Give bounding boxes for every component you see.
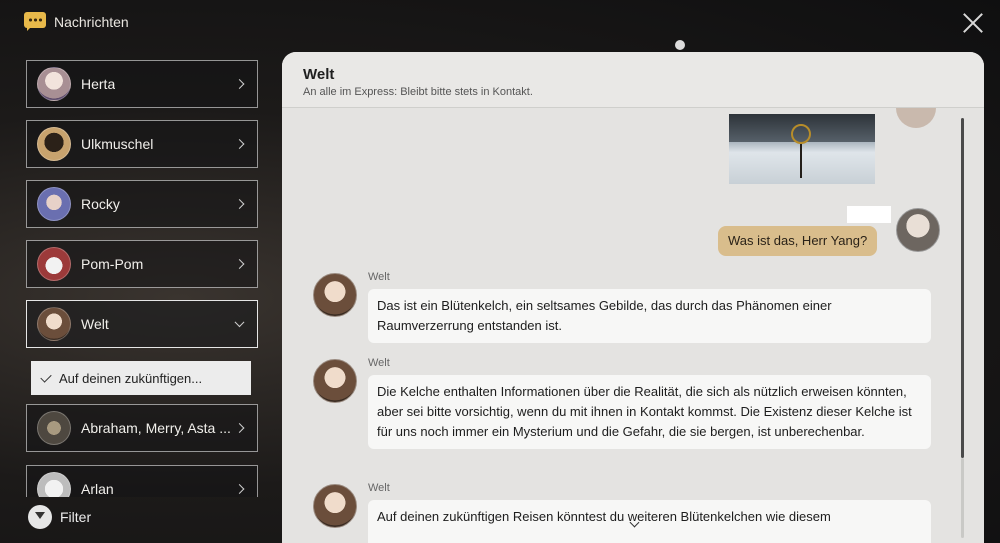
chat-title: Welt — [303, 66, 335, 83]
header: Nachrichten — [24, 12, 129, 32]
contact-list-overflow: Arlan — [26, 465, 258, 497]
avatar — [37, 67, 71, 101]
avatar — [37, 472, 71, 497]
chat-subtitle: An alle im Express: Bleibt bitte stets i… — [303, 86, 533, 98]
contact-pom-pom[interactable]: Pom-Pom — [26, 240, 258, 288]
chat-header: Welt An alle im Express: Bleibt bitte st… — [282, 52, 984, 108]
name-tag — [847, 206, 891, 223]
contact-name: Arlan — [81, 481, 114, 497]
contact-ulkmuschel[interactable]: Ulkmuschel — [26, 120, 258, 168]
chevron-right-icon — [234, 199, 245, 209]
contact-list: Herta Ulkmuschel Rocky Pom-Pom Welt — [26, 60, 258, 360]
conversation-label: Auf deinen zukünftigen... — [59, 370, 203, 386]
page-title: Nachrichten — [54, 14, 129, 30]
chevron-right-icon — [234, 484, 245, 494]
avatar — [313, 273, 357, 317]
chat-panel: Welt An alle im Express: Bleibt bitte st… — [282, 52, 984, 543]
contact-arlan[interactable]: Arlan — [26, 465, 258, 497]
chevron-down-icon — [234, 317, 245, 328]
conversation-item-selected[interactable]: Auf deinen zukünftigen... — [31, 361, 251, 395]
checkmark-icon — [40, 370, 52, 383]
filter-icon — [28, 505, 52, 529]
chat-messages[interactable]: Was ist das, Herr Yang? Welt Das ist ein… — [282, 108, 984, 543]
scrollbar-thumb[interactable] — [961, 118, 964, 458]
avatar — [313, 359, 357, 403]
chevron-right-icon — [234, 79, 245, 89]
avatar — [37, 307, 71, 341]
avatar — [37, 247, 71, 281]
contact-rocky[interactable]: Rocky — [26, 180, 258, 228]
filter-button[interactable]: Filter — [28, 505, 91, 529]
contact-name: Pom-Pom — [81, 256, 144, 272]
message-sender: Welt — [368, 357, 390, 369]
message-sender: Welt — [368, 482, 390, 494]
message-bubble: Das ist ein Blütenkelch, ein seltsames G… — [368, 289, 931, 343]
avatar — [313, 484, 357, 528]
scrollbar-track[interactable] — [961, 458, 964, 538]
avatar — [37, 411, 71, 445]
page-indicator-dot — [675, 40, 685, 50]
message-bubble: Auf deinen zukünftigen Reisen könntest d… — [368, 500, 931, 543]
message-sender: Welt — [368, 271, 390, 283]
chevron-right-icon — [234, 423, 245, 433]
close-icon[interactable] — [962, 12, 984, 34]
self-message-bubble: Was ist das, Herr Yang? — [718, 226, 878, 256]
filter-label: Filter — [60, 509, 92, 525]
contact-group-abraham[interactable]: Abraham, Merry, Asta ... — [26, 404, 258, 452]
chevron-right-icon — [234, 259, 245, 269]
avatar — [37, 127, 71, 161]
contact-name: Herta — [81, 76, 116, 92]
contact-welt[interactable]: Welt — [26, 300, 258, 348]
contact-name: Rocky — [81, 196, 120, 212]
avatar — [37, 187, 71, 221]
message-bubble: Die Kelche enthalten Informationen über … — [368, 375, 931, 449]
contact-name: Ulkmuschel — [81, 136, 154, 152]
image-message[interactable] — [729, 114, 875, 184]
contact-herta[interactable]: Herta — [26, 60, 258, 108]
avatar — [896, 108, 936, 128]
contact-name: Abraham, Merry, Asta ... — [81, 420, 231, 436]
chevron-right-icon — [234, 139, 245, 149]
avatar — [896, 208, 940, 252]
chat-bubble-icon — [24, 12, 46, 32]
contact-name: Welt — [81, 316, 109, 332]
